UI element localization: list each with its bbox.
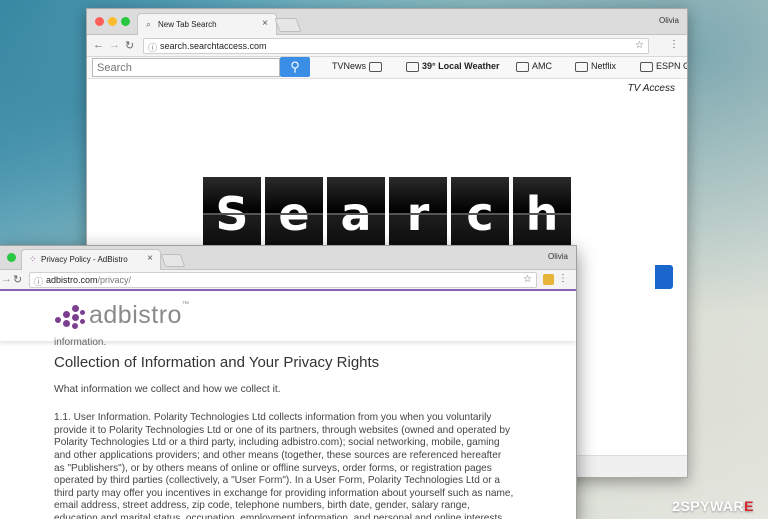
back-arrow-icon[interactable]: ← xyxy=(93,39,104,51)
privacy-content: information. Collection of Information a… xyxy=(54,337,514,519)
profile-name[interactable]: Olivia xyxy=(659,16,679,25)
section-subheading: What information we collect and how we c… xyxy=(54,383,281,395)
url-text: adbistro.com/privacy/ xyxy=(46,275,131,285)
adbistro-logo-text[interactable]: adbistro™ xyxy=(89,301,189,330)
film-icon xyxy=(575,61,588,72)
tab-new-tab-search[interactable]: ⌕ New Tab Search × xyxy=(137,13,277,35)
forward-arrow-icon[interactable]: → xyxy=(109,39,120,51)
search-input[interactable] xyxy=(93,59,279,76)
close-window-button[interactable] xyxy=(95,17,104,26)
logo-tile: r xyxy=(389,177,447,251)
logo-tile: h xyxy=(513,177,571,251)
site-header: adbistro™ xyxy=(0,293,576,341)
section-heading: Collection of Information and Your Priva… xyxy=(54,354,380,371)
info-icon[interactable]: ⓘ xyxy=(148,41,157,54)
logo-word: adbistro xyxy=(89,301,182,329)
main-search-button[interactable] xyxy=(655,265,673,289)
close-tab-icon[interactable]: × xyxy=(262,18,268,29)
url-field[interactable]: ⓘ adbistro.com/privacy/ ☆ xyxy=(29,272,537,288)
link-label: 39° Local Weather xyxy=(422,61,500,71)
watermark-prefix: 2SPYWAR xyxy=(672,498,745,514)
toolbar-link-netflix[interactable]: Netflix xyxy=(572,61,616,72)
toolbar-link-amc[interactable]: AMC xyxy=(513,61,552,72)
url-field[interactable]: ⓘ search.searchtaccess.com ☆ xyxy=(143,38,649,54)
tab-title: New Tab Search xyxy=(158,20,217,29)
logo-tile: c xyxy=(451,177,509,251)
close-tab-icon[interactable]: × xyxy=(147,253,153,264)
search-button[interactable]: ⚲ xyxy=(280,57,310,77)
browser-window-privacy: ⁘ Privacy Policy - AdBistro × Olivia → ↻… xyxy=(0,245,577,519)
magnifier-icon: ⚲ xyxy=(290,59,300,74)
info-icon[interactable]: ⓘ xyxy=(34,275,43,288)
toolbar-link-tvnews[interactable]: TVNews xyxy=(332,61,385,72)
tab-title: Privacy Policy - AdBistro xyxy=(41,255,128,264)
minimize-window-button[interactable] xyxy=(108,17,117,26)
link-label: Netflix xyxy=(591,61,617,71)
toolbar-search-box[interactable] xyxy=(92,58,280,77)
maximize-window-button[interactable] xyxy=(121,17,130,26)
new-tab-button[interactable] xyxy=(160,254,186,267)
tv-icon xyxy=(369,61,383,72)
reload-icon[interactable]: ↻ xyxy=(125,39,134,52)
url-path: /privacy/ xyxy=(97,275,132,285)
adbistro-logo-icon[interactable] xyxy=(55,305,85,329)
clipped-text: information. xyxy=(54,337,107,345)
logo-tile: S xyxy=(203,177,261,251)
watermark: 2SPYWARE xyxy=(672,498,754,514)
bookmark-star-icon[interactable]: ☆ xyxy=(523,274,532,285)
menu-dots-icon[interactable]: ⋮ xyxy=(558,273,568,284)
tab-privacy-policy[interactable]: ⁘ Privacy Policy - AdBistro × xyxy=(21,249,161,270)
search-icon: ⌕ xyxy=(146,19,152,29)
search-logo: S e a r c h xyxy=(203,177,573,251)
logo-tile: e xyxy=(265,177,323,251)
tv-icon xyxy=(516,61,529,72)
maximize-window-button[interactable] xyxy=(7,253,16,262)
url-text: search.searchtaccess.com xyxy=(160,41,267,51)
address-bar-row: → ↻ ⓘ adbistro.com/privacy/ ☆ ⋮ xyxy=(0,270,576,291)
address-bar-row: ← → ↻ ⓘ search.searchtaccess.com ☆ ⋮ xyxy=(87,35,687,57)
toolbar-link-weather[interactable]: 39° Local Weather xyxy=(403,61,499,72)
reload-icon[interactable]: ↻ xyxy=(13,273,22,286)
profile-name[interactable]: Olivia xyxy=(548,252,568,261)
extension-icon[interactable] xyxy=(543,274,554,285)
watermark-suffix: E xyxy=(744,498,754,514)
extension-toolbar: ⚲ TVNews 39° Local Weather AMC Netflix E… xyxy=(87,57,687,79)
weather-icon xyxy=(406,61,419,72)
forward-arrow-icon[interactable]: → xyxy=(1,273,12,285)
logo-tile: a xyxy=(327,177,385,251)
brand-text: TV Access xyxy=(627,83,675,94)
policy-paragraph: 1.1. User Information. Polarity Technolo… xyxy=(54,412,514,519)
bookmark-star-icon[interactable]: ☆ xyxy=(635,40,644,51)
link-label: AMC xyxy=(532,61,552,71)
link-label: ESPN G xyxy=(656,61,688,71)
url-host: adbistro.com xyxy=(46,275,98,285)
play-icon xyxy=(640,61,653,72)
adbistro-favicon: ⁘ xyxy=(29,254,37,264)
new-tab-button[interactable] xyxy=(274,18,302,32)
link-label: TVNews xyxy=(332,61,367,71)
menu-dots-icon[interactable]: ⋮ xyxy=(669,39,679,50)
tab-bar: ⁘ Privacy Policy - AdBistro × Olivia xyxy=(0,246,576,270)
toolbar-link-espn[interactable]: ESPN G xyxy=(637,61,688,72)
tab-bar: ⌕ New Tab Search × Olivia xyxy=(87,9,687,35)
